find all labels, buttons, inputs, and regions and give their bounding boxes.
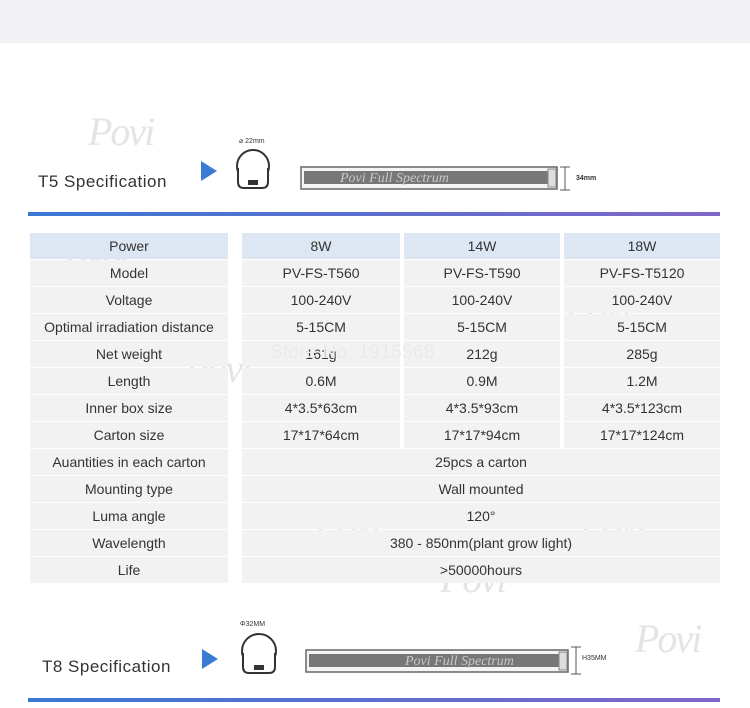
t5-spec-title: T5 Specification — [38, 172, 167, 191]
table-row: Wavelength 380 - 850nm(plant grow light) — [30, 530, 720, 556]
table-cell-label: Length — [30, 368, 228, 394]
table-cell: 17*17*124cm — [564, 422, 720, 448]
table-cell: 0.6M — [242, 368, 400, 394]
t8-tube-image: Povi Full Spectrum — [305, 649, 569, 673]
table-row: Carton size 17*17*64cm 17*17*94cm 17*17*… — [30, 422, 720, 448]
t8-height-marker — [571, 646, 581, 675]
t8-diameter-label: Φ32MM — [240, 621, 266, 628]
table-cell: 100-240V — [564, 287, 720, 313]
divider — [28, 698, 720, 702]
table-cell-label: Auantities in each carton — [30, 449, 228, 475]
t8-spec-title: T8 Specification — [42, 657, 171, 676]
table-cell-label: Optimal irradiation distance — [30, 314, 228, 340]
table-row: Luma angle 120° — [30, 503, 720, 529]
table-row: Life >50000hours — [30, 557, 720, 583]
table-cell: PV-FS-T5120 — [564, 260, 720, 286]
table-cell: 100-240V — [242, 287, 400, 313]
table-cell: 100-240V — [404, 287, 560, 313]
brand-watermark: Povi — [635, 616, 702, 661]
table-cell: PV-FS-T560 — [242, 260, 400, 286]
play-arrow-icon — [201, 161, 217, 181]
table-cell-label: Carton size — [30, 422, 228, 448]
table-cell: 4*3.5*63cm — [242, 395, 400, 421]
table-cell-label: Life — [30, 557, 228, 583]
store-watermark: Store No: 1915568 — [270, 342, 435, 363]
table-cell-label: Net weight — [30, 341, 228, 367]
table-row: Model PV-FS-T560 PV-FS-T590 PV-FS-T5120 — [30, 260, 720, 286]
table-cell-label: Inner box size — [30, 395, 228, 421]
table-cell: 17*17*64cm — [242, 422, 400, 448]
table-row: Optimal irradiation distance 5-15CM 5-15… — [30, 314, 720, 340]
divider — [28, 212, 720, 216]
t8-tube-cross-section-icon — [241, 633, 277, 674]
table-cell: 14W — [404, 233, 560, 259]
table-cell: 18W — [564, 233, 720, 259]
table-row: Mounting type Wall mounted — [30, 476, 720, 502]
play-arrow-icon — [202, 649, 218, 669]
table-cell: PV-FS-T590 — [404, 260, 560, 286]
table-cell-label: Model — [30, 260, 228, 286]
table-cell: 285g — [564, 341, 720, 367]
table-cell: 1.2M — [564, 368, 720, 394]
table-cell: Wall mounted — [242, 476, 720, 502]
table-cell: 5-15CM — [404, 314, 560, 340]
t5-tube-cross-section-icon — [236, 149, 270, 189]
table-cell: 4*3.5*123cm — [564, 395, 720, 421]
brand-watermark: Povi — [88, 109, 155, 154]
table-row: Voltage 100-240V 100-240V 100-240V — [30, 287, 720, 313]
table-cell: 5-15CM — [242, 314, 400, 340]
table-cell: 380 - 850nm(plant grow light) — [242, 530, 720, 556]
table-cell: 25pcs a carton — [242, 449, 720, 475]
t8-height-label: H35MM — [582, 655, 607, 662]
table-header-row: Power 8W 14W 18W — [30, 233, 720, 259]
top-bar — [0, 0, 750, 43]
t5-diameter-label: ⌀ 22mm — [239, 138, 265, 145]
t5-height-label: 34mm — [576, 175, 597, 182]
table-row: Length 0.6M 0.9M 1.2M — [30, 368, 720, 394]
table-cell-label: Wavelength — [30, 530, 228, 556]
table-cell: 120° — [242, 503, 720, 529]
t5-height-marker — [560, 166, 570, 191]
table-cell-label: Luma angle — [30, 503, 228, 529]
table-cell-label: Mounting type — [30, 476, 228, 502]
t5-tube-text: Povi Full Spectrum — [339, 171, 449, 186]
table-cell: 17*17*94cm — [404, 422, 560, 448]
table-row: Auantities in each carton 25pcs a carton — [30, 449, 720, 475]
t5-tube-image: Povi Full Spectrum — [300, 166, 558, 190]
table-cell-label: Power — [30, 233, 228, 259]
table-row: Inner box size 4*3.5*63cm 4*3.5*93cm 4*3… — [30, 395, 720, 421]
table-cell: 5-15CM — [564, 314, 720, 340]
table-cell: 8W — [242, 233, 400, 259]
table-cell: >50000hours — [242, 557, 720, 583]
t8-tube-text: Povi Full Spectrum — [404, 654, 514, 669]
table-cell: 4*3.5*93cm — [404, 395, 560, 421]
table-cell: 0.9M — [404, 368, 560, 394]
table-cell-label: Voltage — [30, 287, 228, 313]
